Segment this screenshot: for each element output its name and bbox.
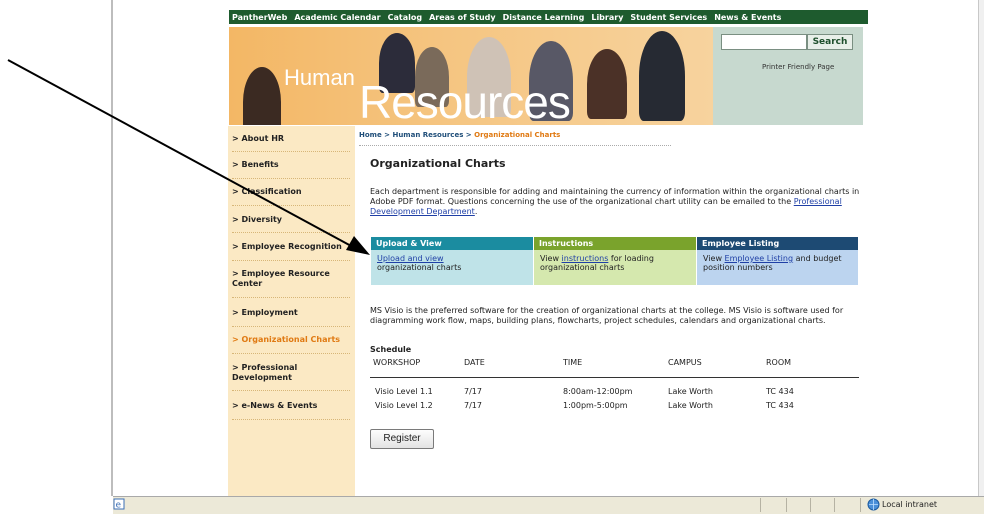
status-divider (760, 498, 761, 512)
status-divider (786, 498, 787, 512)
status-divider (860, 498, 861, 512)
intranet-globe-icon (867, 498, 880, 511)
svg-text:e: e (116, 501, 122, 511)
ie-page-icon: e (113, 498, 125, 510)
annotation-arrow-icon (7, 59, 370, 255)
status-divider (810, 498, 811, 512)
status-divider (834, 498, 835, 512)
security-zone-label: Local intranet (882, 500, 938, 509)
status-bar (113, 496, 984, 514)
